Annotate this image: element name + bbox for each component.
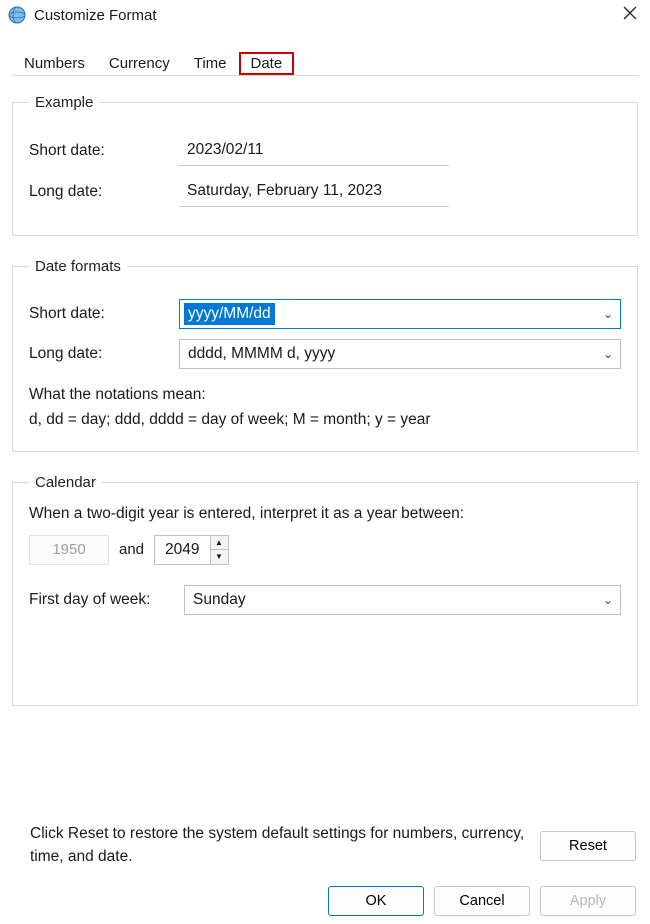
- example-legend: Example: [29, 94, 99, 111]
- long-date-format-value: dddd, MMMM d, yyyy: [180, 342, 596, 366]
- spinner-down-button[interactable]: ▼: [211, 550, 228, 564]
- date-formats-legend: Date formats: [29, 258, 127, 275]
- window-title: Customize Format: [34, 7, 620, 24]
- titlebar: Customize Format: [0, 0, 650, 28]
- cancel-button[interactable]: Cancel: [434, 886, 530, 916]
- short-date-example-value: 2023/02/11: [179, 135, 449, 166]
- long-date-example-label: Long date:: [29, 183, 179, 201]
- year-to-value: 2049: [155, 536, 209, 564]
- long-date-format-label: Long date:: [29, 345, 179, 363]
- chevron-down-icon: ⌄: [596, 593, 620, 607]
- calendar-legend: Calendar: [29, 474, 102, 491]
- tab-currency[interactable]: Currency: [97, 52, 182, 75]
- tab-date[interactable]: Date: [239, 52, 295, 75]
- footer: Click Reset to restore the system defaul…: [0, 823, 650, 924]
- tab-bar: Numbers Currency Time Date: [0, 52, 650, 75]
- short-date-format-combo[interactable]: yyyy/MM/dd ⌄: [179, 299, 621, 329]
- year-to-spinner[interactable]: 2049 ▲ ▼: [154, 535, 228, 565]
- spinner-up-button[interactable]: ▲: [211, 536, 228, 551]
- long-date-example-value: Saturday, February 11, 2023: [179, 176, 449, 207]
- short-date-format-value: yyyy/MM/dd: [184, 303, 275, 325]
- notation-help: What the notations mean: d, dd = day; dd…: [29, 383, 621, 433]
- short-date-format-label: Short date:: [29, 305, 179, 323]
- globe-icon: [8, 6, 26, 24]
- apply-button[interactable]: Apply: [540, 886, 636, 916]
- long-date-format-combo[interactable]: dddd, MMMM d, yyyy ⌄: [179, 339, 621, 369]
- calendar-group: Calendar When a two-digit year is entere…: [12, 474, 638, 706]
- tab-numbers[interactable]: Numbers: [12, 52, 97, 75]
- chevron-down-icon: ⌄: [596, 307, 620, 321]
- chevron-down-icon: ⌄: [596, 347, 620, 361]
- example-group: Example Short date: 2023/02/11 Long date…: [12, 94, 638, 236]
- two-digit-year-text: When a two-digit year is entered, interp…: [29, 505, 621, 523]
- short-date-example-label: Short date:: [29, 142, 179, 160]
- tab-panel-date: Example Short date: 2023/02/11 Long date…: [12, 75, 638, 706]
- year-from-field: 1950: [29, 535, 109, 565]
- first-day-label: First day of week:: [29, 591, 184, 609]
- close-button[interactable]: [620, 6, 640, 24]
- reset-button[interactable]: Reset: [540, 831, 636, 861]
- date-formats-group: Date formats Short date: yyyy/MM/dd ⌄ Lo…: [12, 258, 638, 452]
- close-icon: [623, 6, 637, 20]
- tab-time[interactable]: Time: [182, 52, 239, 75]
- ok-button[interactable]: OK: [328, 886, 424, 916]
- reset-description: Click Reset to restore the system defaul…: [30, 823, 528, 868]
- first-day-value: Sunday: [185, 588, 596, 612]
- first-day-combo[interactable]: Sunday ⌄: [184, 585, 621, 615]
- and-label: and: [119, 541, 144, 558]
